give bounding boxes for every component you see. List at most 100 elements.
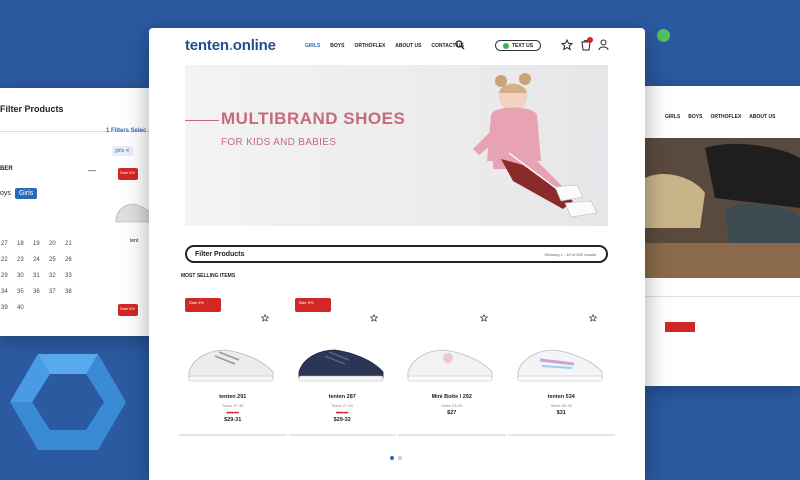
product-image[interactable]	[404, 336, 496, 386]
size-option[interactable]: 40	[16, 304, 32, 312]
right-divider	[645, 296, 800, 297]
favorite-star-icon[interactable]	[589, 314, 597, 322]
size-option[interactable]: 19	[32, 240, 48, 248]
size-option[interactable]: 37	[48, 288, 64, 296]
product-sizes: Sizes 23-24	[441, 403, 463, 408]
product-name: tenten 291	[219, 394, 247, 400]
size-option[interactable]: 34	[0, 288, 16, 296]
hexagon-decoration-icon	[10, 354, 126, 450]
left-tag-girls[interactable]: Girls	[14, 188, 38, 199]
size-option[interactable]: 26	[64, 256, 80, 264]
left-size-grid: 27 18 19 20 21 22 23 24 25 26 29 30 31 32 33 34 35 36 37 38…	[0, 240, 80, 312]
hero-subtitle: FOR KIDS AND BABIES	[221, 137, 337, 148]
main-window: tenten.online GIRLS BOYS ORTHOFLEX ABOUT…	[149, 28, 645, 480]
right-nav: GIRLS BOYS ORTHOFLEX ABOUT US	[665, 114, 775, 120]
left-product-name: tent	[130, 238, 139, 244]
right-nav-item[interactable]: BOYS	[688, 114, 702, 120]
size-option[interactable]: 36	[32, 288, 48, 296]
carousel-dot-active[interactable]	[390, 456, 394, 460]
main-nav: GIRLS BOYS ORTHOFLEX ABOUT US CONTACT US	[305, 43, 464, 49]
filter-products-bar[interactable]: Filter Products Showing 1 - 40 of 502 re…	[185, 245, 608, 263]
right-nav-item[interactable]: GIRLS	[665, 114, 680, 120]
product-name: tenten 287	[328, 394, 356, 400]
product-sizes: Sizes 37-36	[222, 403, 244, 408]
green-dot-decoration	[657, 29, 670, 42]
carousel-dot[interactable]	[398, 456, 402, 460]
nav-girls[interactable]: GIRLS	[305, 43, 320, 49]
product-sizes: Sizes 27-40	[331, 403, 353, 408]
hero-accent-line	[185, 120, 219, 121]
text-us-button[interactable]: TEXT US	[495, 40, 541, 51]
whatsapp-icon	[502, 42, 509, 49]
size-option[interactable]: 27	[0, 240, 16, 248]
product-price: $29-31	[224, 417, 242, 423]
product-list: Sale 9% tenten 291 Sizes 37-36 $31.99 $2…	[179, 296, 615, 436]
left-tags: oys Girls	[0, 188, 38, 199]
search-icon[interactable]	[455, 40, 465, 50]
nav-orthoflex[interactable]: ORTHOFLEX	[354, 43, 385, 49]
favorite-star-icon[interactable]	[370, 314, 378, 322]
left-collapse-icon[interactable]: —	[88, 166, 96, 175]
size-option[interactable]: 35	[16, 288, 32, 296]
size-option[interactable]: 38	[64, 288, 80, 296]
size-option[interactable]: 24	[32, 256, 48, 264]
size-option[interactable]: 30	[16, 272, 32, 280]
product-price: $27	[447, 410, 457, 416]
hero-banner[interactable]: MULTIBRAND SHOES FOR KIDS AND BABIES	[185, 65, 608, 226]
carousel-dots	[390, 456, 402, 460]
product-image[interactable]	[514, 336, 606, 386]
size-option[interactable]: 31	[32, 272, 48, 280]
left-window: Filter Products 1 Filters Selec girls ✕ …	[0, 88, 168, 336]
size-option[interactable]: 39	[0, 304, 16, 312]
left-section-title: BER	[0, 166, 13, 172]
hero-child-image	[473, 73, 598, 218]
size-option[interactable]: 32	[48, 272, 64, 280]
product-old-price: $31.99	[226, 410, 239, 415]
product-image[interactable]	[185, 336, 277, 386]
product-card[interactable]: Sale 9% tenten 287 Sizes 27-40 $31.99 $2…	[288, 296, 396, 436]
size-option[interactable]: 29	[0, 272, 16, 280]
size-option[interactable]: 23	[16, 256, 32, 264]
left-sale-badge: Sale 9%	[118, 168, 138, 180]
favorite-star-icon[interactable]	[479, 314, 488, 322]
product-name: tenten 534	[547, 394, 575, 400]
product-card[interactable]: Sale 9% tenten 291 Sizes 37-36 $31.99 $2…	[179, 296, 287, 436]
right-sale-badge	[665, 322, 695, 332]
results-count: Showing 1 - 40 of 502 results	[544, 251, 596, 257]
left-shoe-image	[115, 203, 153, 223]
left-sale-badge-2: Sale 9%	[118, 304, 138, 316]
left-filter-header: Filter Products	[0, 88, 168, 132]
size-option[interactable]: 20	[48, 240, 64, 248]
product-price: $29-32	[333, 417, 351, 423]
product-old-price: $31.99	[336, 410, 349, 415]
sale-badge: Sale 9%	[185, 298, 221, 312]
user-icon[interactable]	[598, 39, 609, 51]
product-name: Mini Botte / 292	[431, 394, 472, 400]
nav-about-us[interactable]: ABOUT US	[395, 43, 421, 49]
size-option[interactable]: 22	[0, 256, 16, 264]
right-hero-shoes-image	[645, 138, 800, 278]
left-filters-selected: 1 Filters Selec	[106, 128, 147, 134]
product-card[interactable]: Mini Botte / 292 Sizes 23-24 $27	[398, 296, 506, 436]
left-chip-girls[interactable]: girls ✕	[112, 146, 133, 156]
right-nav-item[interactable]: ORTHOFLEX	[710, 114, 741, 120]
sale-badge: Sale 9%	[294, 298, 331, 312]
product-price: $31	[556, 410, 566, 416]
filter-title: Filter Products	[195, 250, 245, 258]
size-option[interactable]: 33	[64, 272, 80, 280]
cart-badge	[587, 37, 593, 43]
brand-logo[interactable]: tenten.online	[185, 37, 276, 54]
right-nav-item[interactable]: ABOUT US	[749, 114, 775, 120]
size-option[interactable]: 25	[48, 256, 64, 264]
nav-boys[interactable]: BOYS	[330, 43, 344, 49]
hero-title: MULTIBRAND SHOES	[221, 109, 406, 128]
product-image[interactable]	[295, 336, 387, 386]
size-option[interactable]: 18	[16, 240, 32, 248]
left-tag-boys[interactable]: oys	[0, 190, 11, 197]
wishlist-star-icon[interactable]	[561, 39, 573, 51]
size-option[interactable]: 21	[64, 240, 80, 248]
product-sizes: Sizes 28-34	[550, 403, 572, 408]
favorite-star-icon[interactable]	[260, 314, 269, 322]
product-card[interactable]: tenten 534 Sizes 28-34 $31	[507, 296, 615, 436]
right-window: GIRLS BOYS ORTHOFLEX ABOUT US	[645, 86, 800, 386]
